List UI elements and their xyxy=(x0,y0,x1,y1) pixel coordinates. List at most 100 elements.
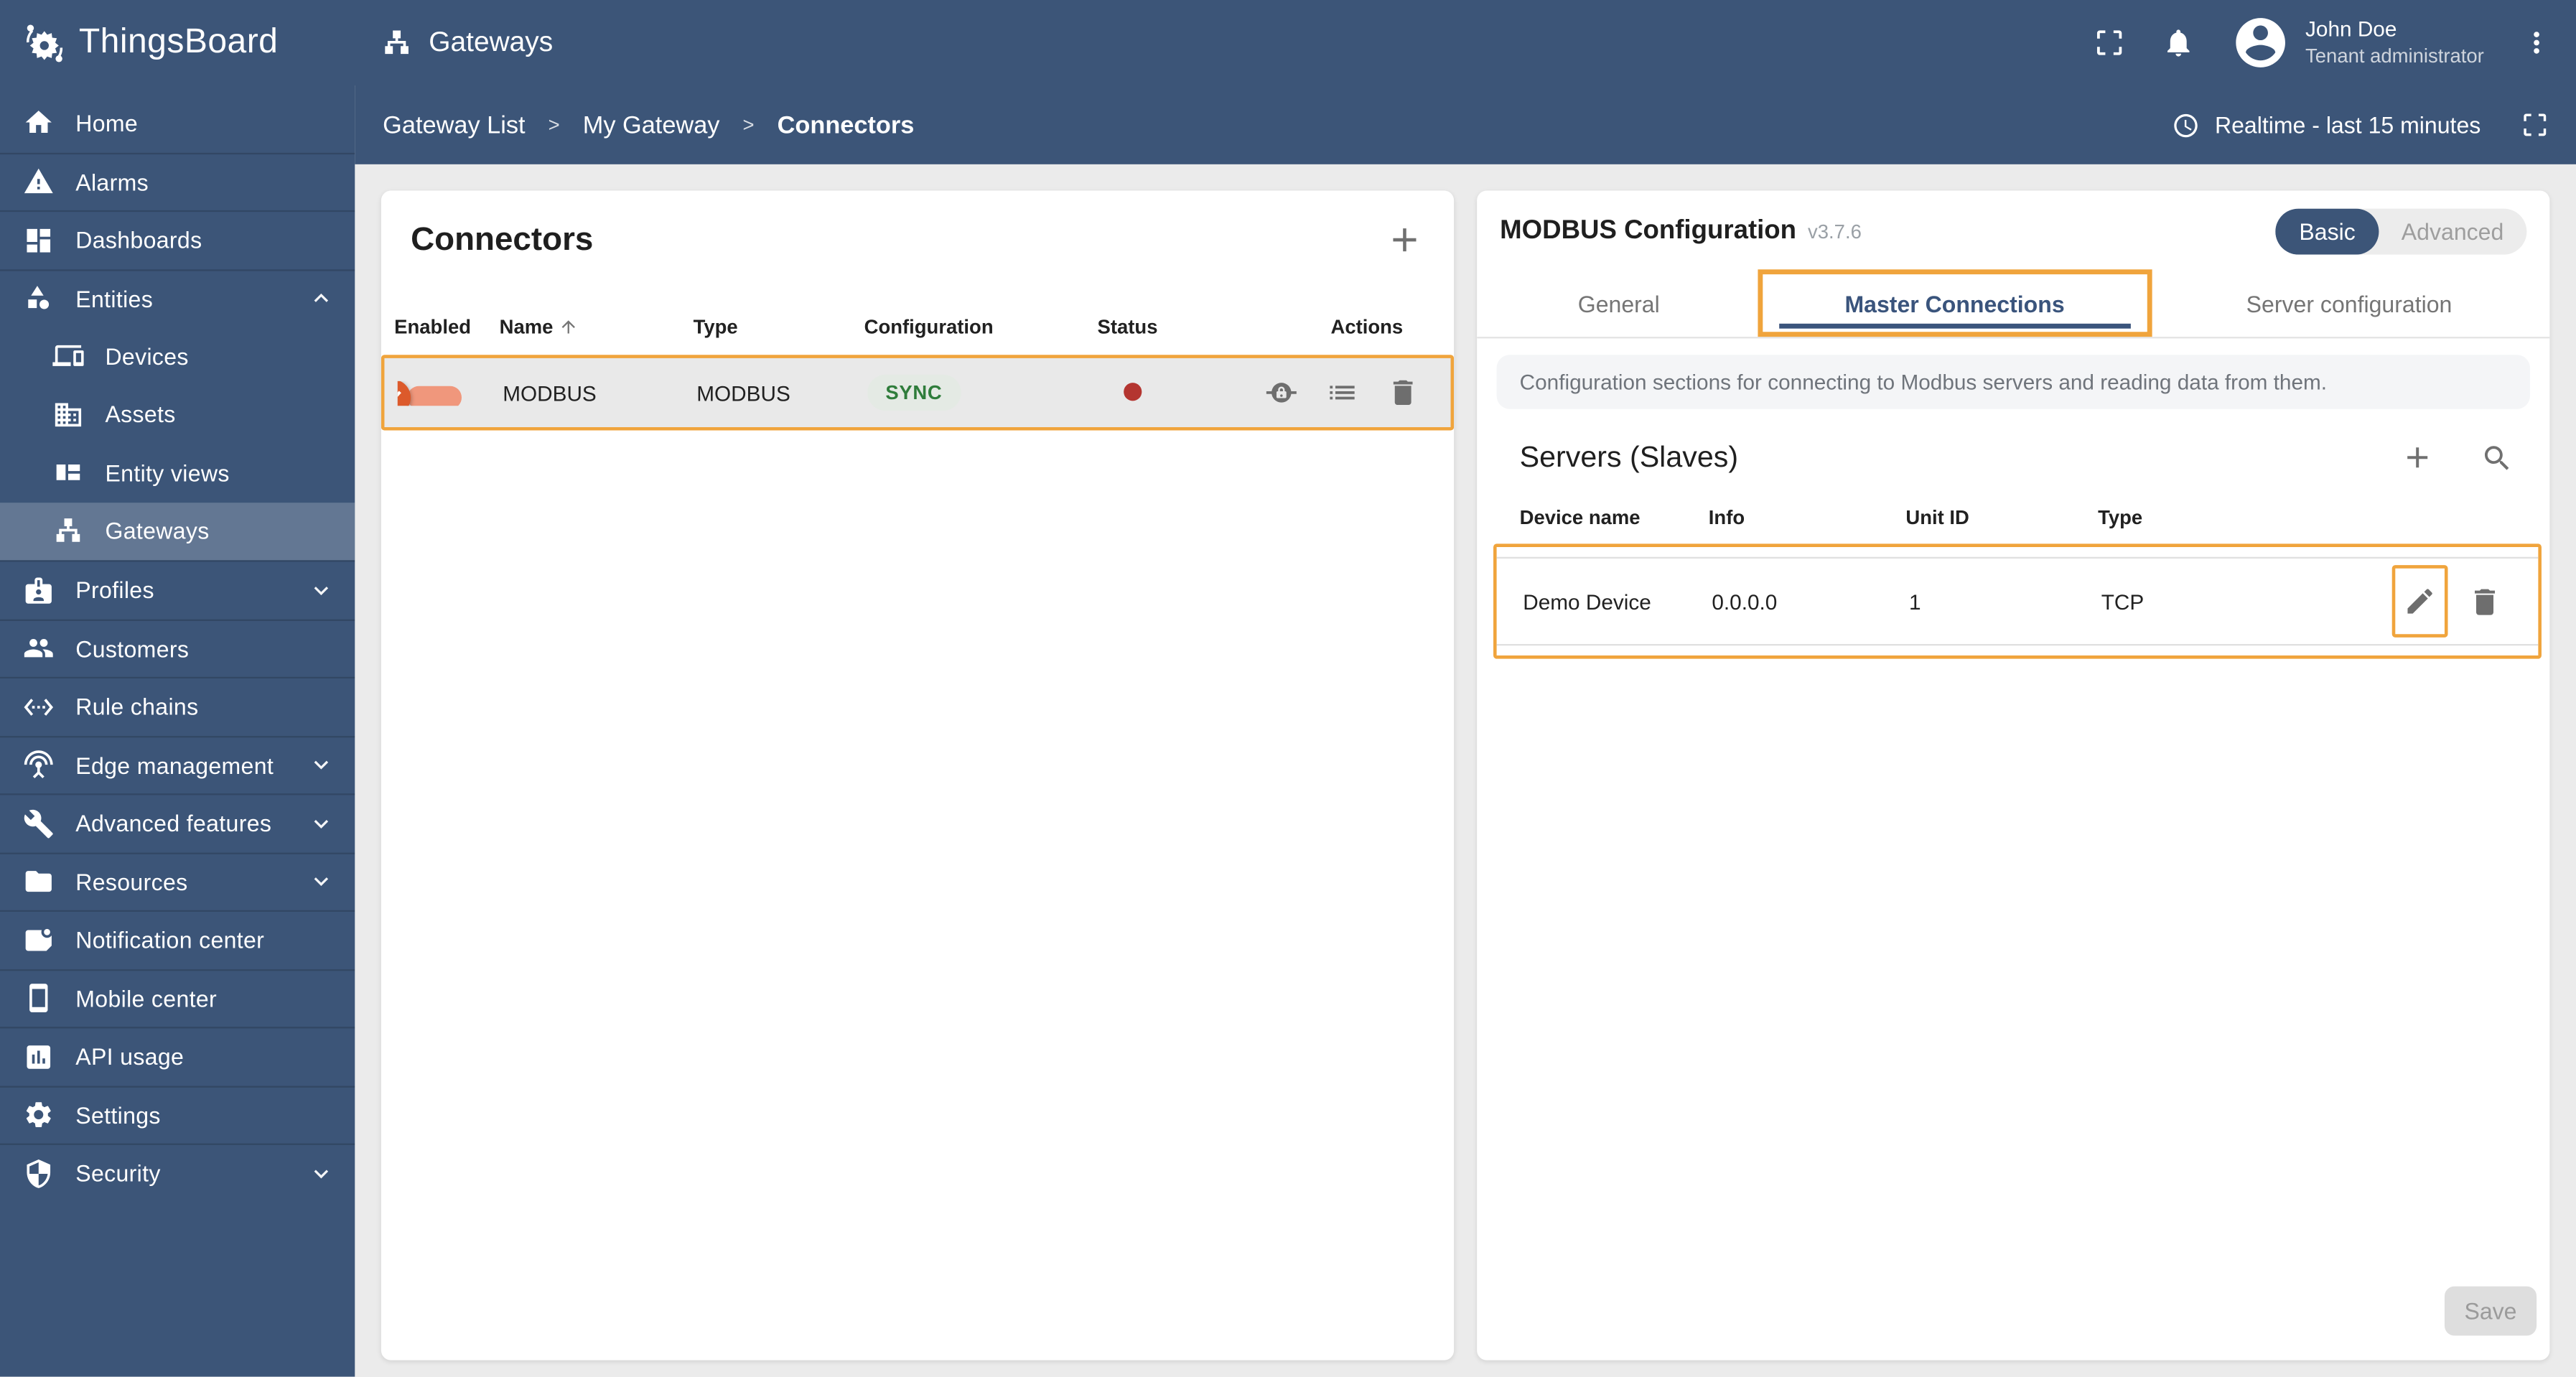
sidebar-item-entity-views[interactable]: Entity views xyxy=(0,444,355,502)
col-enabled: Enabled xyxy=(394,315,472,339)
timewindow-label: Realtime - last 15 minutes xyxy=(2214,111,2481,139)
sidebar-item-mobile-center[interactable]: Mobile center xyxy=(0,968,355,1027)
timewindow-button[interactable]: Realtime - last 15 minutes xyxy=(2172,111,2481,139)
config-tabs: General Master Connections Server config… xyxy=(1477,269,2550,339)
gateways-lan-icon xyxy=(56,518,80,542)
sidebar-item-api-usage[interactable]: API usage xyxy=(0,1027,355,1085)
user-name: John Doe xyxy=(2305,17,2397,42)
connector-actions xyxy=(1261,376,1450,409)
tab-general[interactable]: General xyxy=(1480,269,1758,337)
sidebar-item-profiles[interactable]: Profiles xyxy=(0,560,355,618)
content-area: Connectors Enabled Name Type Configurati… xyxy=(355,164,2576,1377)
sidebar-item-alarms[interactable]: Alarms xyxy=(0,151,355,210)
sidebar-item-assets[interactable]: Assets xyxy=(0,386,355,444)
logs-list-icon[interactable] xyxy=(1326,376,1359,409)
servers-slaves-title: Servers (Slaves) xyxy=(1519,440,1739,474)
breadcrumb-connectors: Connectors xyxy=(777,111,915,139)
profiles-badge-icon xyxy=(25,577,52,604)
sidebar-item-settings[interactable]: Settings xyxy=(0,1085,355,1143)
sidebar-item-security[interactable]: Security xyxy=(0,1143,355,1202)
page-header: Gateways xyxy=(355,27,553,60)
chevron-down-icon xyxy=(314,1169,329,1178)
breadcrumb: Gateway List > My Gateway > Connectors xyxy=(383,111,914,139)
breadcrumb-separator: > xyxy=(548,113,560,136)
add-connector-button[interactable] xyxy=(1381,217,1427,263)
chevron-down-icon xyxy=(314,877,329,887)
server-unit-id: 1 xyxy=(1908,589,1921,614)
breadcrumb-gateway-list[interactable]: Gateway List xyxy=(383,111,525,139)
add-server-button[interactable] xyxy=(2397,437,2438,478)
sidebar-item-customers[interactable]: Customers xyxy=(0,618,355,677)
mode-basic[interactable]: Basic xyxy=(2276,208,2379,255)
configuration-badge: SYNC xyxy=(867,374,961,411)
sidebar-item-dashboards[interactable]: Dashboards xyxy=(0,210,355,269)
devices-icon xyxy=(52,345,84,367)
delete-server-trash-icon[interactable] xyxy=(2468,584,2502,618)
rpc-icon[interactable] xyxy=(1265,376,1298,409)
col-name[interactable]: Name xyxy=(500,315,694,338)
thingsboard-logo[interactable]: ThingsBoard xyxy=(0,22,355,64)
sidebar-item-entities[interactable]: Entities xyxy=(0,269,355,327)
modbus-config-title: MODBUS Configuration xyxy=(1500,217,1797,245)
notifications-bell-icon[interactable] xyxy=(2162,27,2195,60)
plus-icon xyxy=(2407,447,2428,468)
sidebar-item-home[interactable]: Home xyxy=(0,93,355,151)
connectors-table: Enabled Name Type Configuration Status A… xyxy=(381,299,1455,431)
sort-asc-icon xyxy=(561,320,575,334)
sidebar-item-resources[interactable]: Resources xyxy=(0,851,355,910)
smartphone-icon xyxy=(29,984,48,1013)
warning-icon xyxy=(24,169,53,194)
tab-server-configuration[interactable]: Server configuration xyxy=(2152,269,2546,337)
page-title: Gateways xyxy=(429,26,554,58)
breadcrumb-toolbar: Gateway List > My Gateway > Connectors R… xyxy=(355,85,2576,164)
edit-server-button[interactable] xyxy=(2391,565,2448,638)
header-actions: John Doe Tenant administrator xyxy=(2094,13,2576,72)
connectors-panel: Connectors Enabled Name Type Configurati… xyxy=(381,190,1455,1360)
folder-icon xyxy=(25,871,52,892)
dashboard-icon xyxy=(27,228,51,252)
connector-row-modbus[interactable]: MODBUS MODBUS SYNC xyxy=(381,355,1455,431)
user-menu[interactable]: John Doe Tenant administrator xyxy=(2231,13,2484,72)
save-button[interactable]: Save xyxy=(2444,1286,2537,1336)
sidebar-item-rule-chains[interactable]: Rule chains xyxy=(0,676,355,735)
chart-icon xyxy=(27,1045,51,1069)
server-actions xyxy=(2391,565,2502,638)
search-icon xyxy=(2485,445,2509,470)
breadcrumb-my-gateway[interactable]: My Gateway xyxy=(583,111,720,139)
col-type: Type xyxy=(693,315,738,339)
plus-icon xyxy=(1393,228,1417,252)
gear-icon xyxy=(26,1102,51,1128)
delete-trash-icon[interactable] xyxy=(1386,376,1419,409)
edit-pencil-icon xyxy=(2407,589,2432,614)
fullscreen-icon[interactable] xyxy=(2094,27,2127,60)
sidebar-nav: Home Alarms Dashboards Entities Devices xyxy=(0,85,355,1377)
mode-advanced[interactable]: Advanced xyxy=(2379,209,2527,255)
assets-building-icon xyxy=(55,402,82,426)
sidebar-item-gateways[interactable]: Gateways xyxy=(0,502,355,561)
sidebar-item-advanced-features[interactable]: Advanced features xyxy=(0,793,355,851)
home-icon xyxy=(25,111,52,134)
rule-chains-icon xyxy=(24,698,54,716)
search-button[interactable] xyxy=(2478,438,2517,477)
modbus-config-panel: MODBUS Configuration v3.7.6 Basic Advanc… xyxy=(1477,190,2550,1360)
customers-people-icon xyxy=(24,639,53,658)
tab-master-connections[interactable]: Master Connections xyxy=(1757,269,2152,337)
connector-type: MODBUS xyxy=(696,380,790,406)
dashboard-fullscreen-icon[interactable] xyxy=(2520,110,2549,139)
brand-name: ThingsBoard xyxy=(78,23,279,61)
sidebar-item-edge-management[interactable]: Edge management xyxy=(0,734,355,793)
col-server-type: Type xyxy=(2098,505,2143,529)
sidebar-item-devices[interactable]: Devices xyxy=(0,327,355,385)
server-row-highlight-box: Demo Device 0.0.0.0 1 TCP xyxy=(1493,543,2542,659)
col-unit-id: Unit ID xyxy=(1905,505,1969,529)
kebab-menu-icon[interactable] xyxy=(2520,27,2553,60)
active-tab-underline xyxy=(1778,323,2131,329)
breadcrumb-separator: > xyxy=(742,113,755,136)
edge-antenna-icon xyxy=(24,750,53,779)
top-header: ThingsBoard Gateways John Doe Tenant adm… xyxy=(0,0,2576,85)
server-row-demo-device[interactable]: Demo Device 0.0.0.0 1 TCP xyxy=(1496,556,2539,646)
server-info: 0.0.0.0 xyxy=(1712,589,1778,614)
check-icon xyxy=(397,391,401,396)
sidebar-item-notification-center[interactable]: Notification center xyxy=(0,910,355,968)
clock-icon xyxy=(2174,113,2198,137)
